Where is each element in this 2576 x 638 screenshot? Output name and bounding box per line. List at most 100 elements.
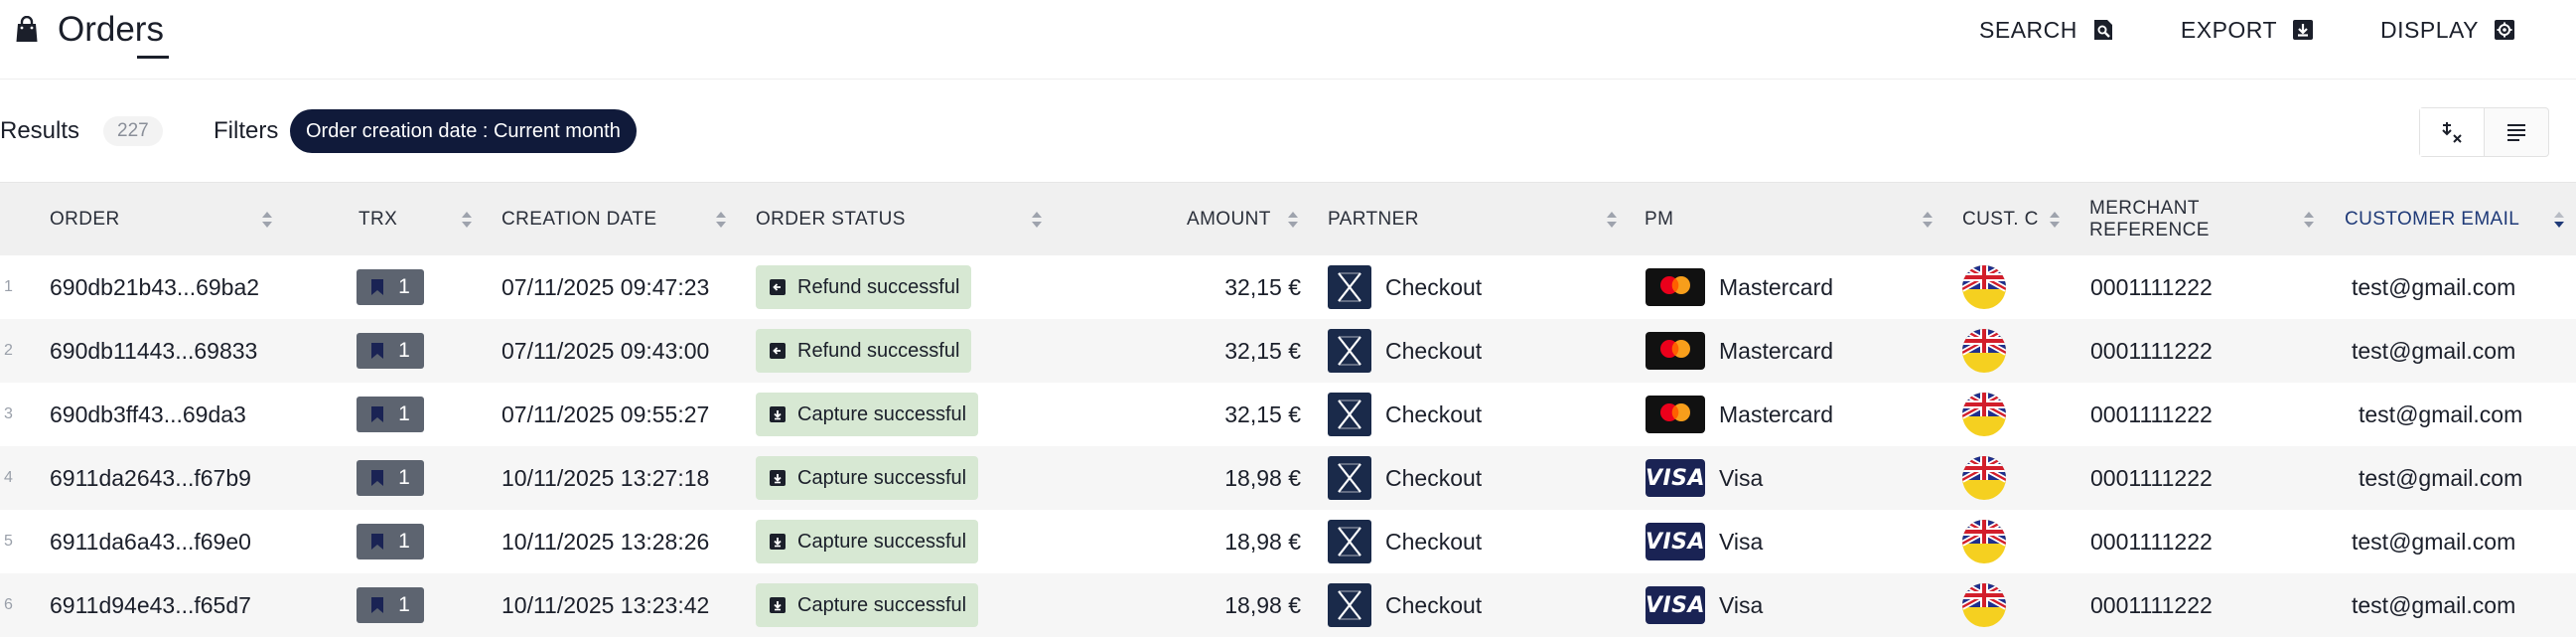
- column-header-cust-c[interactable]: CUST. C: [1962, 183, 2039, 256]
- column-header-creation-date[interactable]: CREATION DATE: [501, 183, 657, 256]
- column-header-label: TRX: [358, 209, 398, 230]
- sort-arrows-icon[interactable]: [2048, 207, 2062, 233]
- trx-cell: 1: [357, 573, 424, 637]
- customer-email[interactable]: test@gmail.com: [2352, 510, 2515, 573]
- clear-sort-icon: [2439, 119, 2465, 145]
- creation-date: 07/11/2025 09:43:00: [501, 337, 710, 364]
- partner-cell: Checkout: [1328, 383, 1482, 446]
- status-label: Capture successful: [797, 530, 967, 553]
- table-row[interactable]: 1 690db21b43...69ba2 1 07/11/2025 09:47:23 R…: [0, 255, 2576, 319]
- customer-email[interactable]: test@gmail.com: [2359, 383, 2522, 446]
- table-row[interactable]: 4 6911da2643...f67b9 1 10/11/2025 13:27:18 C…: [0, 446, 2576, 510]
- sort-arrows-icon[interactable]: [1286, 207, 1300, 233]
- checkout-logo-icon: [1328, 583, 1371, 627]
- country-flag-icon: [1962, 265, 2006, 309]
- list-view-button[interactable]: [2485, 108, 2548, 156]
- column-header-partner[interactable]: PARTNER: [1328, 183, 1419, 256]
- cust-country-cell: [1962, 319, 2006, 383]
- sort-arrows-icon[interactable]: [1921, 207, 1934, 233]
- column-header-order[interactable]: ORDER: [50, 183, 120, 256]
- status-label: Refund successful: [797, 339, 960, 362]
- trx-badge[interactable]: 1: [357, 397, 424, 432]
- trx-badge[interactable]: 1: [357, 524, 424, 559]
- order-id[interactable]: 6911da6a43...f69e0: [50, 510, 251, 573]
- amount: 18,98 €: [1224, 591, 1301, 618]
- pm-name: Mastercard: [1719, 273, 1834, 300]
- country-flag-icon: [1962, 520, 2006, 563]
- creation-date: 10/11/2025 13:23:42: [501, 591, 710, 618]
- visa-logo-icon: VISA: [1646, 586, 1705, 624]
- country-flag-icon: [1962, 393, 2006, 436]
- order-id[interactable]: 690db21b43...69ba2: [50, 255, 259, 319]
- creation-date: 07/11/2025 09:47:23: [501, 273, 710, 300]
- customer-email[interactable]: test@gmail.com: [2352, 573, 2515, 637]
- order-id[interactable]: 690db3ff43...69da3: [50, 383, 246, 446]
- search-button-label: SEARCH: [1979, 16, 2077, 43]
- country-flag-icon: [1962, 456, 2006, 500]
- sort-arrows-icon[interactable]: [714, 207, 728, 233]
- order-id[interactable]: 690db11443...69833: [50, 319, 257, 383]
- country-flag-icon: [1962, 329, 2006, 373]
- sort-arrows-icon[interactable]: [2552, 207, 2566, 233]
- customer-email[interactable]: test@gmail.com: [2359, 446, 2522, 510]
- export-button[interactable]: EXPORT: [2181, 17, 2315, 44]
- table-header: ORDER TRX CREATION DATE ORDER STATUS AMOUNT P…: [0, 182, 2576, 255]
- export-icon: [2291, 18, 2315, 42]
- table-row[interactable]: 5 6911da6a43...f69e0 1 10/11/2025 13:28:26 C…: [0, 510, 2576, 573]
- bookmark-icon: [370, 533, 384, 551]
- column-header-label: CUST. C: [1962, 209, 2039, 230]
- status-cell: Refund successful: [756, 319, 972, 383]
- pm-name: Visa: [1719, 591, 1764, 618]
- clear-sort-button[interactable]: [2420, 108, 2485, 156]
- customer-email[interactable]: test@gmail.com: [2352, 319, 2515, 383]
- trx-count: 1: [398, 466, 410, 489]
- trx-badge[interactable]: 1: [357, 269, 424, 305]
- column-header-trx[interactable]: TRX: [358, 183, 397, 256]
- order-id[interactable]: 6911da2643...f67b9: [50, 446, 251, 510]
- checkout-logo-icon: [1328, 456, 1371, 500]
- row-number: 3: [4, 405, 13, 422]
- trx-badge[interactable]: 1: [357, 587, 424, 623]
- order-id[interactable]: 6911d94e43...f65d7: [50, 573, 251, 637]
- display-button[interactable]: DISPLAY: [2380, 17, 2516, 44]
- sort-arrows-icon[interactable]: [1030, 207, 1044, 233]
- trx-count: 1: [398, 339, 410, 362]
- pm-name: Visa: [1719, 528, 1764, 555]
- partner-name: Checkout: [1385, 400, 1483, 427]
- row-number: 6: [4, 596, 13, 613]
- checkout-logo-icon: [1328, 393, 1371, 436]
- filter-chip-creation-date[interactable]: Order creation date : Current month: [290, 109, 637, 153]
- merchant-reference: 0001111222: [2090, 528, 2213, 555]
- search-icon: [2091, 18, 2115, 42]
- status-badge: Capture successful: [756, 583, 979, 627]
- table-row[interactable]: 3 690db3ff43...69da3 1 07/11/2025 09:55:27 C…: [0, 383, 2576, 446]
- sort-arrows-icon[interactable]: [460, 207, 474, 233]
- customer-email[interactable]: test@gmail.com: [2352, 255, 2515, 319]
- column-header-pm[interactable]: PM: [1645, 183, 1673, 256]
- column-header-amount[interactable]: AMOUNT: [1187, 183, 1271, 256]
- table-row[interactable]: 6 6911d94e43...f65d7 1 10/11/2025 13:23:42 C…: [0, 573, 2576, 637]
- export-button-label: EXPORT: [2180, 16, 2278, 43]
- cust-country-cell: [1962, 383, 2006, 446]
- bookmark-icon: [370, 469, 384, 487]
- column-header-label: AMOUNT: [1187, 209, 1271, 230]
- bookmark-icon: [370, 278, 384, 296]
- trx-badge[interactable]: 1: [357, 460, 424, 496]
- sort-arrows-icon[interactable]: [2302, 207, 2316, 233]
- row-number: 4: [4, 469, 13, 486]
- pm-name: Mastercard: [1719, 400, 1834, 427]
- search-button[interactable]: SEARCH: [1979, 17, 2115, 44]
- title-underline: [137, 56, 169, 59]
- cust-country-cell: [1962, 255, 2006, 319]
- results-label: Results: [0, 117, 80, 144]
- trx-badge[interactable]: 1: [357, 333, 424, 369]
- column-header-merchant-reference[interactable]: MERCHANT REFERENCE: [2089, 183, 2238, 256]
- sort-arrows-icon[interactable]: [1605, 207, 1619, 233]
- column-header-customer-email[interactable]: CUSTOMER EMAIL: [2345, 183, 2519, 256]
- sort-arrows-icon[interactable]: [260, 207, 274, 233]
- creation-date: 10/11/2025 13:28:26: [501, 528, 710, 555]
- column-header-order-status[interactable]: ORDER STATUS: [756, 183, 906, 256]
- table-row[interactable]: 2 690db11443...69833 1 07/11/2025 09:43:00 R…: [0, 319, 2576, 383]
- status-badge: Capture successful: [756, 520, 979, 563]
- checkout-logo-icon: [1328, 329, 1371, 373]
